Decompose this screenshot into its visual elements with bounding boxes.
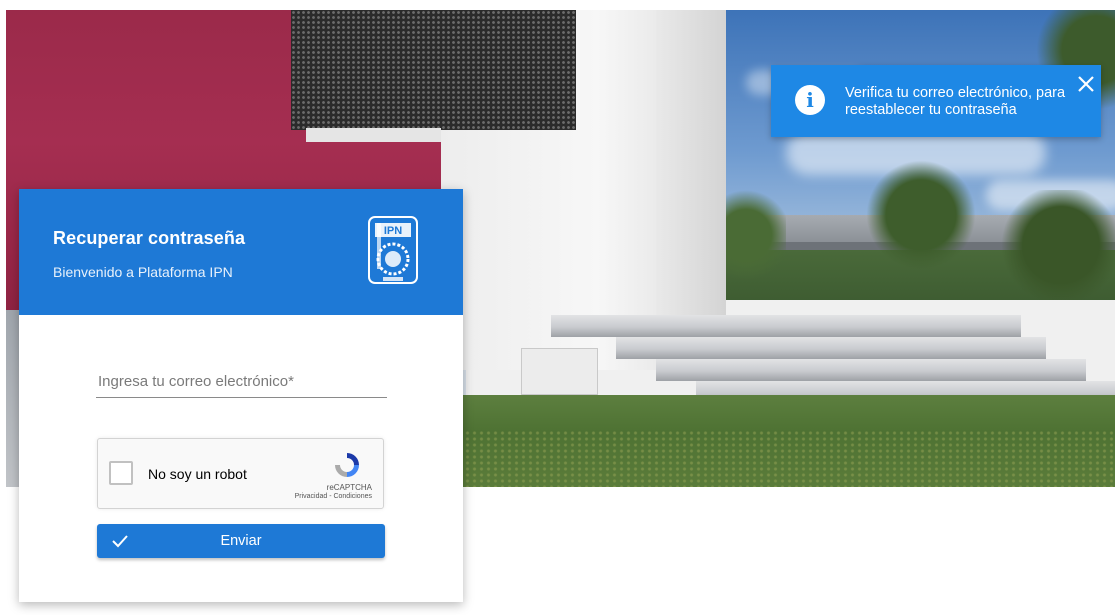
info-icon: i — [795, 85, 825, 115]
captcha-label: No soy un robot — [148, 466, 247, 482]
ipn-logo-icon: IPN — [365, 213, 421, 289]
card-header: Recuperar contraseña Bienvenido a Plataf… — [19, 189, 463, 315]
submit-button-label: Enviar — [220, 533, 262, 549]
captcha-brand: reCAPTCHA — [326, 483, 372, 492]
page: i Verifica tu correo electrónico, para r… — [0, 0, 1115, 615]
notification-message: Verifica tu correo electrónico, para ree… — [845, 85, 1066, 118]
captcha-checkbox[interactable] — [109, 461, 133, 485]
close-icon[interactable] — [1075, 73, 1097, 95]
card-subtitle: Bienvenido a Plataforma IPN — [53, 264, 233, 280]
password-recovery-card: Recuperar contraseña Bienvenido a Plataf… — [19, 189, 463, 602]
email-field[interactable] — [96, 369, 387, 398]
captcha-legal-links[interactable]: Privacidad - Condiciones — [295, 493, 372, 500]
svg-text:IPN: IPN — [384, 225, 402, 237]
recaptcha-widget: No soy un robot reCAPTCHA Privacidad - C… — [97, 438, 384, 509]
recaptcha-icon — [331, 449, 363, 481]
submit-button[interactable]: Enviar — [97, 524, 385, 558]
info-notification: i Verifica tu correo electrónico, para r… — [771, 65, 1101, 137]
card-title: Recuperar contraseña — [53, 228, 246, 248]
